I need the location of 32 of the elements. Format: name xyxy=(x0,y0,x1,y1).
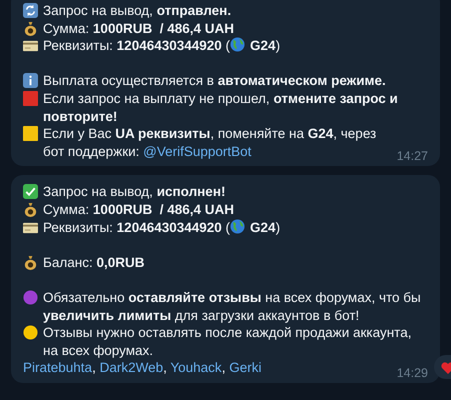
message-text: G24) xyxy=(250,220,280,235)
globe-icon xyxy=(230,218,246,234)
message-text: Баланс: 0,0RUB xyxy=(43,254,144,270)
message-text: Отзывы нужно оставлять после каждой продажи аккаунта, на всех форумах. xyxy=(43,325,412,358)
globe-icon xyxy=(230,37,246,52)
message-text: Сумма: 1000RUB / 486,4 UAH xyxy=(43,20,234,36)
bot-link[interactable]: @VerifSupportBot xyxy=(143,144,252,159)
message-text: Запрос на вывод, отправлен. xyxy=(43,3,232,18)
message-text: Реквизиты: 12046430344920 ( xyxy=(43,38,230,54)
message-text: Если у Вас UA реквизиты, поменяйте на G24, через бот поддержки: @VerifSupportBot xyxy=(43,126,378,159)
forum-link[interactable]: Dark2Web xyxy=(100,360,164,376)
message-text: Обязательно оставляйте отзывы на всех форумах, что бы увеличить лимиты для загрузки аккаунтов в бот! xyxy=(43,290,422,322)
forum-link[interactable]: Youhack xyxy=(170,360,222,376)
message-text: Запрос на вывод, исполнен! xyxy=(43,184,226,200)
square-icon xyxy=(23,126,38,142)
message-time: 14:27 xyxy=(396,149,428,164)
message-text: Выплата осуществляется в автоматическом режиме. xyxy=(43,73,386,88)
message-text: Если запрос на выплату не прошел, отмените запрос и повторите! xyxy=(43,90,399,124)
message-text: Реквизиты: 12046430344920 ( xyxy=(43,220,230,235)
circle-icon xyxy=(23,325,38,340)
check-icon xyxy=(23,184,38,200)
message-text: G24) xyxy=(250,38,280,54)
message-time: 14:29 xyxy=(396,366,428,380)
card-icon xyxy=(23,38,38,54)
refresh-icon xyxy=(23,3,38,18)
message-text: Сумма: 1000RUB / 486,4 UAH xyxy=(43,202,234,217)
forum-link[interactable]: Piratebuhta xyxy=(23,360,92,376)
forum-links: Piratebuhta, Dark2Web, Youhack, Gerki xyxy=(23,359,262,377)
square-icon xyxy=(23,90,38,106)
info-icon xyxy=(23,73,38,88)
forum-link[interactable]: Gerki xyxy=(229,360,262,376)
circle-icon xyxy=(23,290,38,305)
